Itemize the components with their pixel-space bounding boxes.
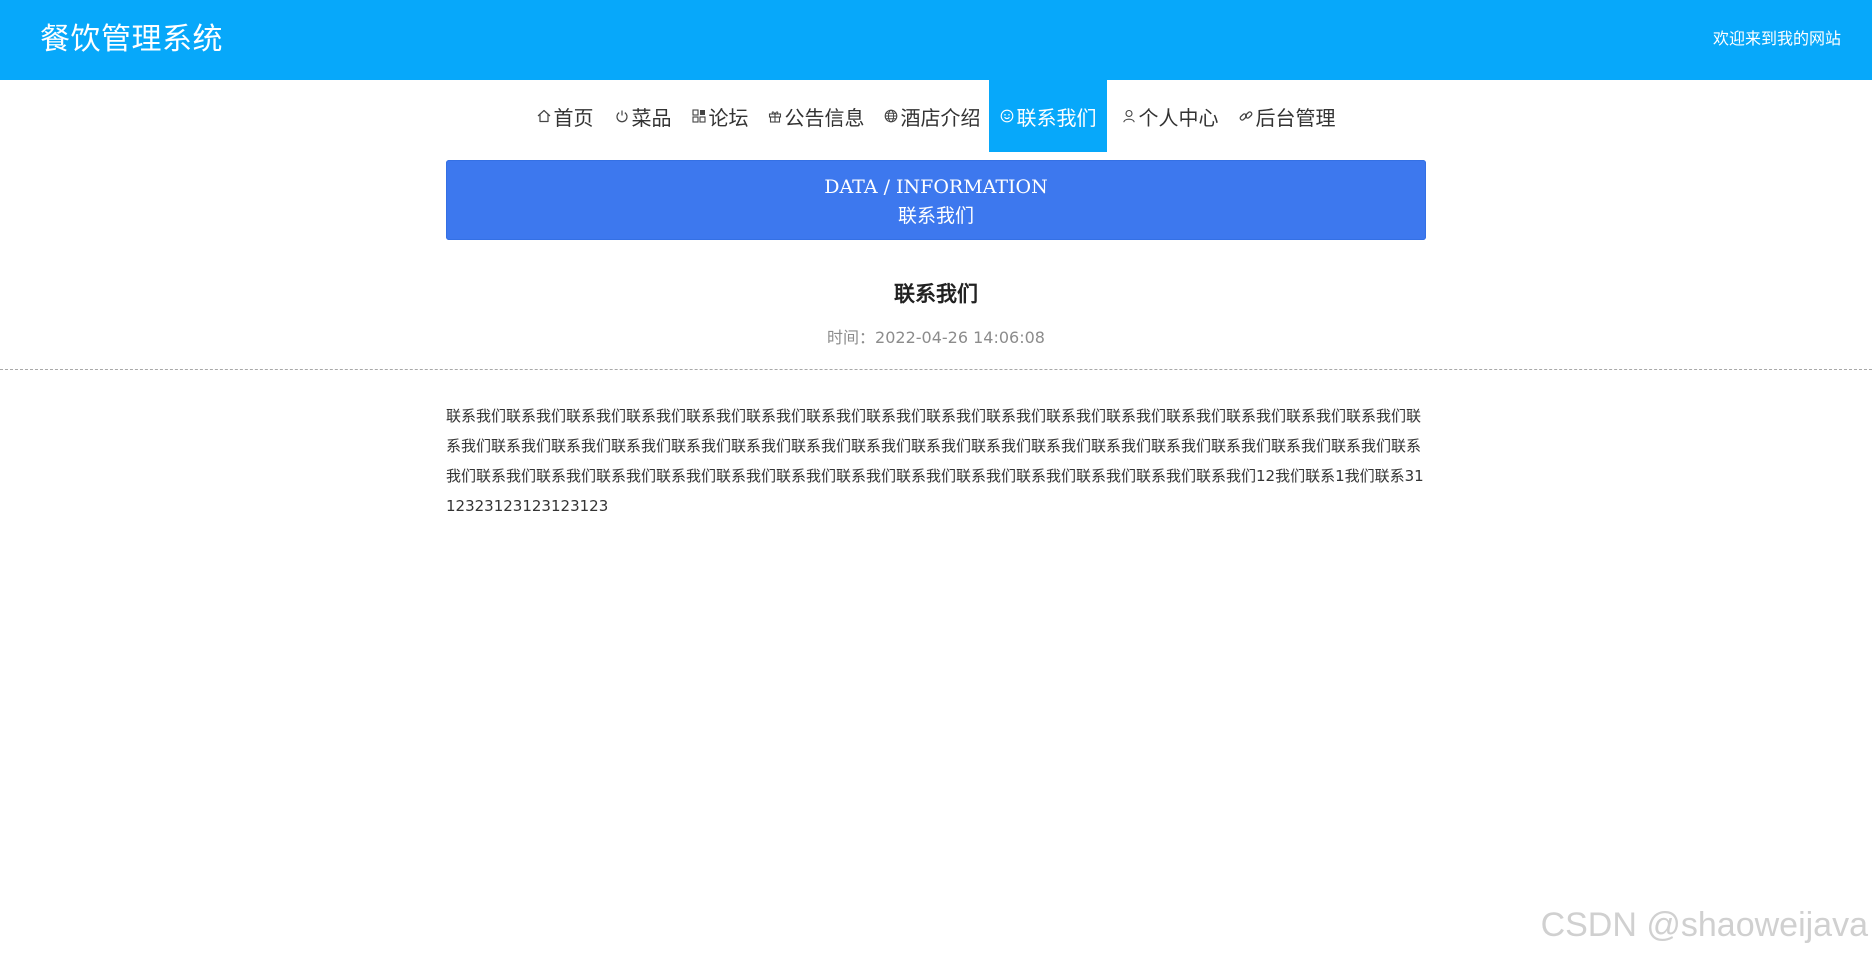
- section-banner: DATA / INFORMATION 联系我们: [446, 160, 1426, 240]
- welcome-text: 欢迎来到我的网站: [1712, 29, 1841, 48]
- nav-item-label: 首页: [553, 105, 594, 130]
- power-icon: [615, 109, 630, 124]
- grid-icon: [692, 109, 707, 124]
- banner-subtitle: DATA / INFORMATION: [824, 176, 1048, 198]
- content-divider: [0, 369, 1872, 370]
- nav-item-home[interactable]: 首页: [532, 80, 598, 152]
- nav-item-dishes[interactable]: 菜品: [612, 80, 674, 152]
- smile-icon: [1000, 109, 1015, 124]
- nav-item-forum[interactable]: 论坛: [690, 80, 750, 152]
- nav-item-label: 酒店介绍: [900, 105, 981, 130]
- nav-item-label: 个人中心: [1138, 105, 1219, 130]
- watermark: CSDN @shaoweijava: [1540, 906, 1868, 944]
- nav-item-contact-us[interactable]: 联系我们: [989, 80, 1107, 152]
- article-time: 时间：2022-04-26 14:06:08: [0, 326, 1872, 350]
- nav-item-label: 菜品: [631, 105, 672, 130]
- top-header-bar: 餐饮管理系统 欢迎来到我的网站: [0, 0, 1872, 80]
- globe-icon: [884, 109, 899, 124]
- time-label: 时间：: [827, 328, 876, 347]
- nav-item-label: 公告信息: [784, 105, 865, 130]
- nav-item-personal-center[interactable]: 个人中心: [1118, 80, 1222, 152]
- nav-item-notices[interactable]: 公告信息: [766, 80, 866, 152]
- home-icon: [537, 109, 552, 124]
- article-title: 联系我们: [894, 282, 978, 306]
- banner-title: 联系我们: [897, 205, 974, 227]
- main-nav: 首页 菜品 论坛 公告信息 酒店介绍 联系我们 个人中心 后台管理: [0, 80, 1872, 152]
- nav-item-label: 后台管理: [1255, 105, 1336, 130]
- nav-item-label: 联系我们: [1016, 105, 1097, 130]
- gift-icon: [768, 109, 783, 124]
- site-title[interactable]: 餐饮管理系统: [40, 20, 223, 60]
- link-icon: [1239, 109, 1254, 124]
- user-icon: [1122, 109, 1137, 124]
- article-body: 联系我们联系我们联系我们联系我们联系我们联系我们联系我们联系我们联系我们联系我们…: [446, 407, 1424, 513]
- nav-item-label: 论坛: [708, 105, 749, 130]
- time-value: 2022-04-26 14:06:08: [875, 328, 1045, 347]
- nav-item-admin[interactable]: 后台管理: [1236, 80, 1338, 152]
- nav-item-hotel-intro[interactable]: 酒店介绍: [882, 80, 982, 152]
